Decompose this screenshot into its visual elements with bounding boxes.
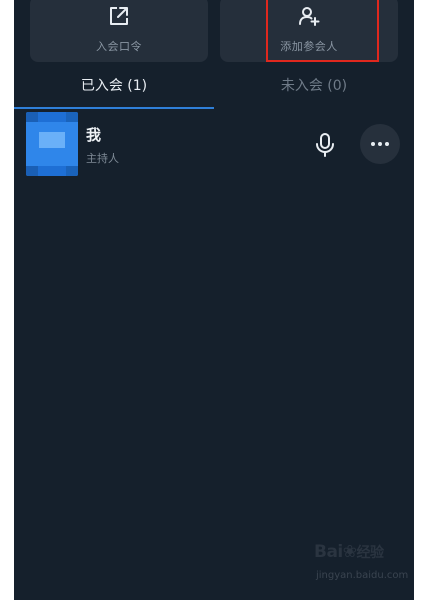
add-participant-label: 添加参会人 bbox=[280, 40, 338, 53]
microphone-icon[interactable] bbox=[314, 133, 336, 157]
participants-panel: 入会口令 添加参会人 已入会 (1) 未入会 (0) 我 主持人 Bai❀经验 … bbox=[14, 0, 414, 600]
participant-row[interactable]: 我 主持人 bbox=[14, 112, 414, 176]
paw-icon: ❀ bbox=[342, 542, 357, 562]
watermark-url: jingyan.baidu.com bbox=[316, 570, 409, 581]
join-code-label: 入会口令 bbox=[96, 40, 142, 53]
watermark-suffix: 经验 bbox=[356, 545, 385, 561]
add-participant-button[interactable]: 添加参会人 bbox=[220, 0, 398, 62]
baidu-jingyan-watermark: Bai❀经验 jingyan.baidu.com bbox=[314, 542, 414, 592]
margin-strip bbox=[414, 0, 447, 600]
add-user-icon bbox=[299, 7, 320, 26]
more-dots-icon bbox=[371, 142, 375, 146]
tab-not-joined[interactable]: 未入会 (0) bbox=[214, 73, 414, 107]
join-code-button[interactable]: 入会口令 bbox=[30, 0, 208, 62]
participant-name: 我 bbox=[86, 126, 102, 144]
avatar bbox=[26, 112, 78, 176]
active-tab-indicator bbox=[14, 107, 214, 109]
tab-joined[interactable]: 已入会 (1) bbox=[14, 73, 214, 107]
more-options-button[interactable] bbox=[360, 124, 400, 164]
participant-role: 主持人 bbox=[86, 152, 119, 165]
watermark-logo: Bai bbox=[314, 542, 343, 562]
share-icon bbox=[110, 7, 128, 25]
